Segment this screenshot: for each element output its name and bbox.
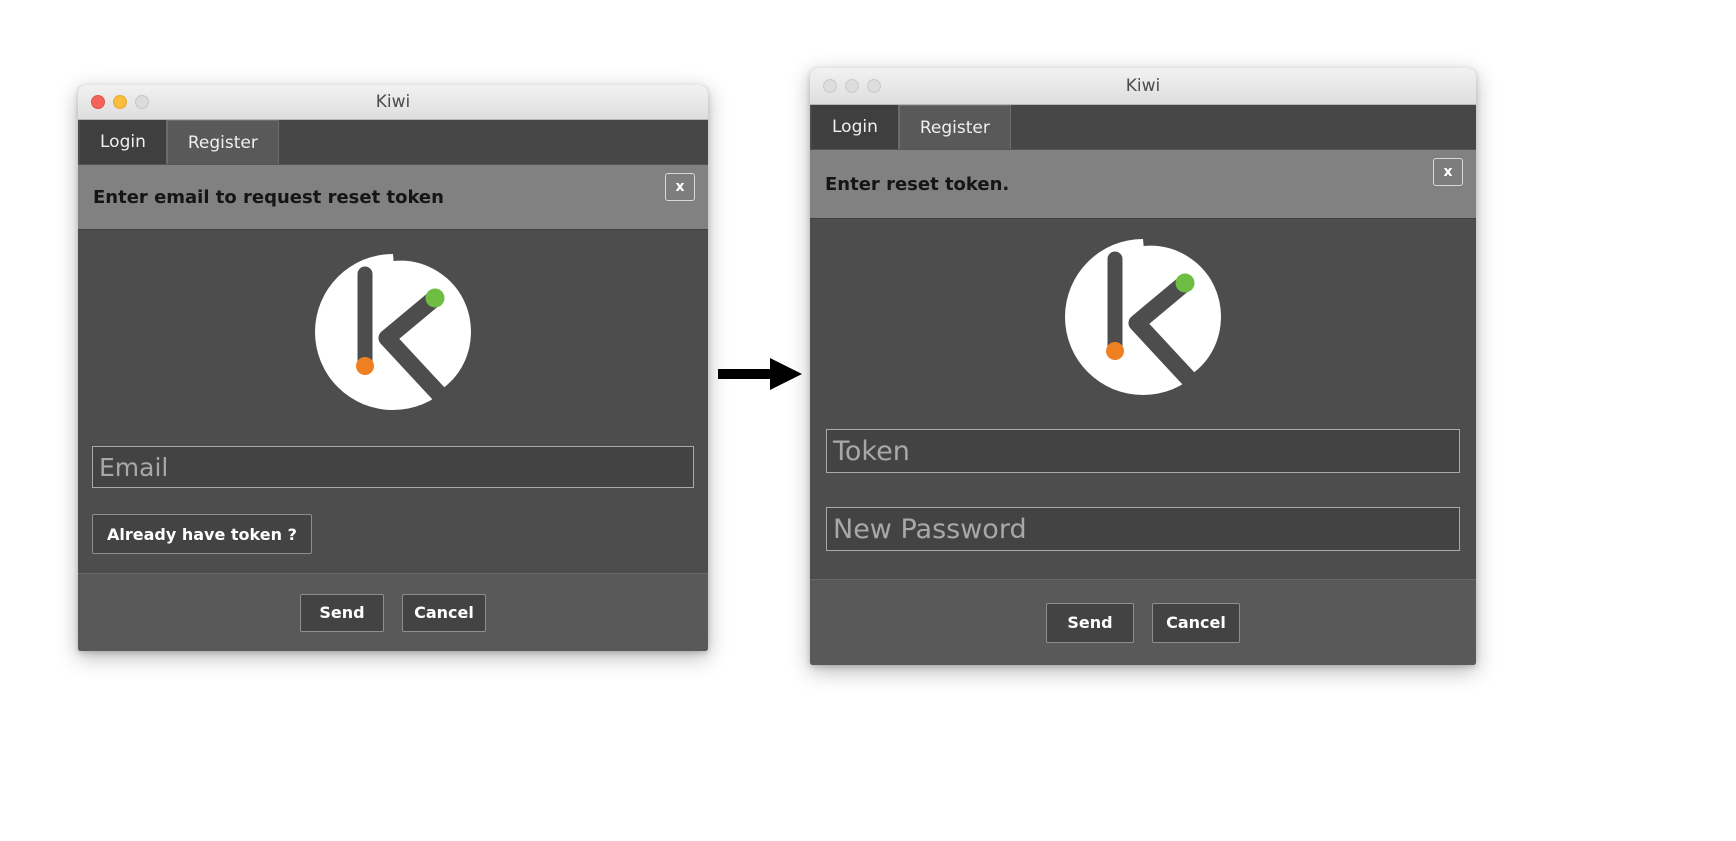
footer-right: Send Cancel [810,579,1476,665]
tab-register-label-left: Register [187,132,258,153]
close-window-button[interactable] [91,95,105,109]
tab-register-label-right: Register [919,117,990,138]
minimize-window-button[interactable] [113,95,127,109]
logo-container-left [78,242,708,422]
send-button-label-right: Send [1067,613,1113,632]
footer-left: Send Cancel [78,573,708,651]
banner-close-button-right[interactable]: x [1433,158,1463,186]
zoom-window-button-right[interactable] [867,79,881,93]
email-input[interactable]: Email [92,446,694,488]
tabstrip-filler-left [278,120,708,164]
banner-message-left: Enter email to request reset token [93,186,444,208]
body-spacer-right [810,551,1476,579]
tab-login-label-right: Login [832,117,878,137]
already-have-token-label: Already have token ? [107,524,297,544]
banner-left: Enter email to request reset token x [78,164,708,230]
traffic-light-group-right [810,79,881,93]
logo-container-right [810,227,1476,407]
flow-arrow-icon [718,358,802,390]
kiwi-logo-left [315,246,479,410]
tabstrip-filler-right [1010,105,1476,149]
minimize-window-button-right[interactable] [845,79,859,93]
tab-login-right[interactable]: Login [812,105,899,149]
cancel-button-label-left: Cancel [414,603,474,622]
window-title-left: Kiwi [375,92,411,112]
window-title-right: Kiwi [1125,76,1161,96]
tabstrip-right: Login Register [810,105,1476,149]
send-button-label-left: Send [319,603,365,622]
titlebar-left[interactable]: Kiwi [78,85,708,120]
already-have-token-button[interactable]: Already have token ? [92,514,312,554]
send-button-left[interactable]: Send [300,593,384,632]
close-window-button-right[interactable] [823,79,837,93]
new-password-input-placeholder: New Password [833,513,1027,545]
window-request-reset-token: Kiwi Login Register Enter email to reque… [78,85,708,651]
titlebar-right[interactable]: Kiwi [810,68,1476,105]
tab-register-left[interactable]: Register [166,120,279,164]
send-button-right[interactable]: Send [1046,602,1134,643]
cancel-button-left[interactable]: Cancel [402,593,486,632]
banner-message-right: Enter reset token. [825,173,1010,195]
banner-right: Enter reset token. x [810,149,1476,219]
email-input-placeholder: Email [99,452,169,482]
zoom-window-button[interactable] [135,95,149,109]
window-enter-reset-token: Kiwi Login Register Enter reset token. x [810,68,1476,665]
tab-register-right[interactable]: Register [898,105,1011,149]
token-input[interactable]: Token [826,429,1460,473]
window-body-right: Token New Password Send Cancel [810,219,1476,665]
body-spacer-left [78,554,708,573]
tabstrip-left: Login Register [78,120,708,164]
cancel-button-label-right: Cancel [1166,613,1226,632]
cancel-button-right[interactable]: Cancel [1152,602,1240,643]
token-input-placeholder: Token [833,435,910,467]
window-body-left: Email Already have token ? Send Cancel [78,230,708,651]
traffic-light-group-left [78,95,149,109]
new-password-input[interactable]: New Password [826,507,1460,551]
banner-close-button-left[interactable]: x [665,173,695,201]
screenshot-canvas: Kiwi Login Register Enter email to reque… [0,0,1736,841]
tab-login-label-left: Login [100,132,146,152]
tab-login-left[interactable]: Login [80,120,167,164]
kiwi-logo-right [1065,231,1229,395]
